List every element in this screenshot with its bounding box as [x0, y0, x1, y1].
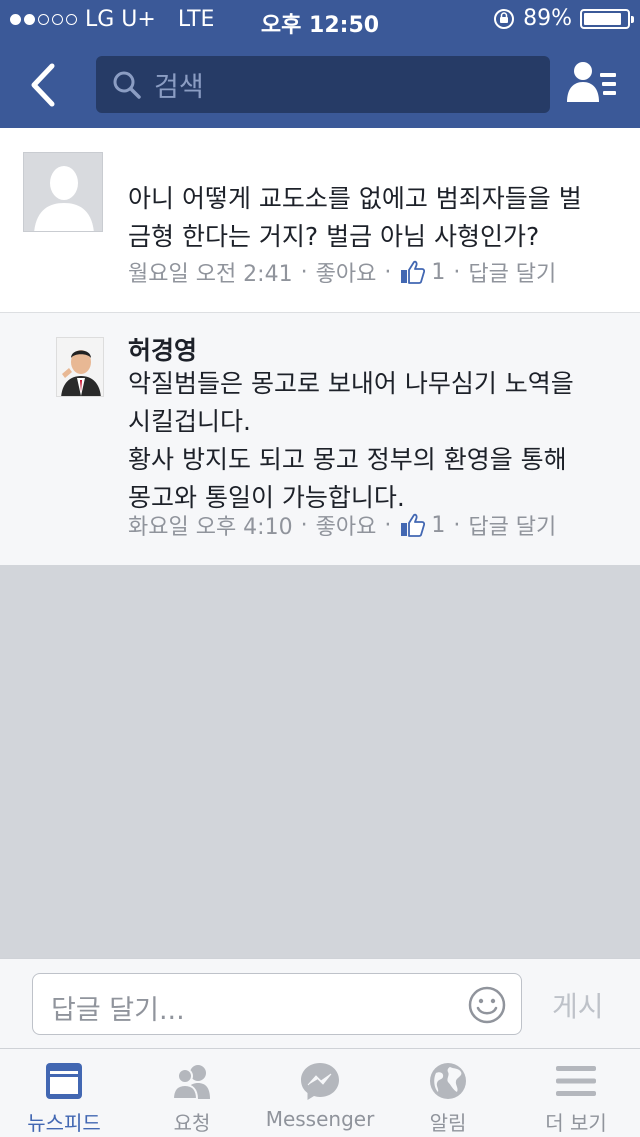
profile-photo-icon	[57, 338, 103, 396]
battery-icon	[580, 8, 634, 29]
tab-notifications[interactable]: 알림	[384, 1049, 512, 1137]
reply-text: 악질범들은 몽고로 보내어 나무심기 노역을 시킬겁니다. 황사 방지도 되고 …	[128, 369, 574, 512]
tab-label: 알림	[429, 1111, 467, 1135]
header-bar: LG U+ LTE 오후 12:50 89% 검색	[0, 0, 640, 128]
tab-news-feed[interactable]: 뉴스피드	[0, 1049, 128, 1137]
thumbs-up-icon	[401, 260, 426, 284]
comment-meta: 월요일 오전 2:41 · 좋아요 · 1 · 답글 달기	[128, 256, 556, 288]
news-feed-icon	[46, 1063, 82, 1099]
messenger-icon	[301, 1063, 339, 1100]
tab-label: 뉴스피드	[27, 1111, 101, 1135]
comment-time[interactable]: 월요일 오전 2:41	[128, 256, 293, 288]
status-right: 89%	[493, 6, 634, 31]
separator: ·	[384, 512, 392, 538]
comment-text: 아니 어떻게 교도소를 없에고 범죄자들을 벌 금형 한다는 거지? 벌금 아님…	[128, 184, 582, 251]
search-icon	[113, 71, 141, 99]
separator: ·	[300, 259, 308, 285]
reply-comment: 허경영 악질범들은 몽고로 보내어 나무심기 노역을 시킬겁니다. 황사 방지도…	[0, 313, 640, 565]
separator: ·	[300, 512, 308, 538]
status-bar: LG U+ LTE 오후 12:50 89%	[0, 0, 640, 40]
separator: ·	[453, 512, 461, 538]
like-count[interactable]: 1	[431, 260, 445, 285]
reply-composer: 답글 달기... 게시	[0, 958, 640, 1049]
post-button[interactable]: 게시	[552, 985, 604, 1025]
tab-more[interactable]: 더 보기	[512, 1049, 640, 1137]
reply-button[interactable]: 답글 달기	[468, 256, 556, 288]
tab-requests[interactable]: 요청	[128, 1049, 256, 1137]
avatar[interactable]	[56, 337, 104, 397]
avatar[interactable]	[23, 152, 103, 232]
separator: ·	[453, 259, 461, 285]
like-button[interactable]: 좋아요	[316, 509, 377, 541]
like-button[interactable]: 좋아요	[316, 256, 377, 288]
battery-percent: 89%	[523, 6, 572, 31]
separator: ·	[384, 259, 392, 285]
emoji-icon[interactable]	[467, 985, 507, 1025]
reply-author[interactable]: 허경영	[128, 331, 197, 367]
back-button[interactable]	[22, 60, 72, 110]
tab-label: 요청	[173, 1111, 211, 1135]
friend-requests-icon	[171, 1065, 210, 1100]
thumbs-up-icon	[401, 513, 426, 537]
comment: 아니 어떻게 교도소를 없에고 범죄자들을 벌 금형 한다는 거지? 벌금 아님…	[0, 128, 640, 313]
globe-icon	[430, 1063, 466, 1099]
person-list-icon	[567, 62, 616, 102]
reply-input-placeholder: 답글 달기...	[51, 995, 185, 1026]
rotation-lock-icon	[494, 8, 515, 29]
reply-meta: 화요일 오후 4:10 · 좋아요 · 1 · 답글 달기	[128, 509, 556, 541]
menu-icon	[556, 1066, 596, 1096]
like-count[interactable]: 1	[431, 513, 445, 538]
tab-label: Messenger	[265, 1107, 375, 1131]
search-input[interactable]: 검색	[96, 56, 550, 113]
tab-messenger[interactable]: Messenger	[256, 1049, 384, 1137]
tab-bar: 뉴스피드 요청 Messenger 알림 더 보기	[0, 1048, 640, 1137]
reply-button[interactable]: 답글 달기	[468, 509, 556, 541]
reply-time[interactable]: 화요일 오후 4:10	[128, 509, 293, 541]
search-placeholder: 검색	[154, 72, 204, 103]
tab-label: 더 보기	[545, 1111, 607, 1135]
reply-input[interactable]: 답글 달기...	[32, 973, 522, 1035]
friends-button[interactable]	[566, 60, 618, 106]
chevron-left-icon	[31, 63, 55, 107]
default-avatar-icon	[24, 153, 102, 231]
